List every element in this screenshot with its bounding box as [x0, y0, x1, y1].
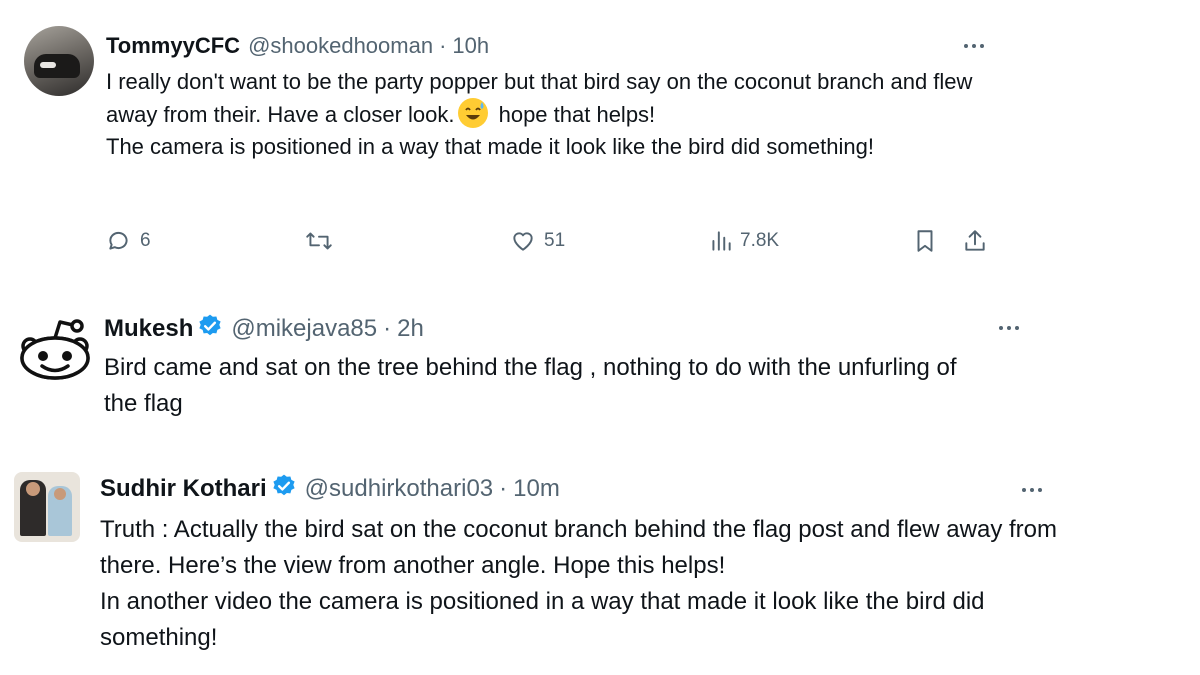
tweet-header: Mukesh @mikejava85 · 2h: [104, 312, 424, 346]
timestamp[interactable]: 10m: [513, 475, 560, 503]
view-count: 7.8K: [740, 230, 780, 251]
display-name[interactable]: Mukesh: [104, 315, 193, 343]
more-options-icon[interactable]: [964, 44, 984, 48]
user-handle[interactable]: @sudhirkothari03: [305, 475, 493, 503]
like-button[interactable]: 51: [510, 228, 565, 254]
heart-icon: [513, 232, 533, 251]
display-name[interactable]: Sudhir Kothari: [100, 475, 267, 503]
timestamp[interactable]: 2h: [397, 315, 424, 343]
tweet-header: Sudhir Kothari @sudhirkothari03 · 10m: [100, 472, 560, 506]
share-button[interactable]: [962, 228, 988, 254]
separator-dot: ·: [383, 315, 392, 342]
verified-badge-icon: [271, 473, 297, 506]
analytics-icon: [712, 231, 731, 251]
more-options-icon[interactable]: [999, 326, 1019, 330]
share-icon: [965, 230, 985, 251]
like-count: 51: [544, 230, 566, 251]
tweet-header: TommyyCFC @shookedhooman · 10h: [106, 30, 489, 62]
views-button[interactable]: 7.8K: [708, 228, 779, 254]
avatar[interactable]: [24, 26, 94, 96]
separator-dot: ·: [499, 475, 508, 502]
reddit-logo-icon: [20, 319, 90, 380]
tweet-text: Truth : Actually the bird sat on the coc…: [100, 516, 1057, 651]
verified-badge-icon: [197, 313, 223, 346]
reply-button[interactable]: 6: [106, 228, 151, 254]
action-bar: 6 51 7.8K: [106, 228, 1006, 258]
bookmark-button[interactable]: [912, 228, 938, 254]
retweet-button[interactable]: [304, 228, 334, 254]
bookmark-icon: [917, 230, 933, 252]
tweet-text: I really don't want to be the party popp…: [106, 66, 986, 163]
separator-dot: ·: [439, 33, 447, 58]
user-handle[interactable]: @shookedhooman: [248, 33, 433, 59]
avatar[interactable]: [14, 472, 80, 542]
sweat-smile-emoji-icon: [458, 98, 489, 128]
timestamp[interactable]: 10h: [452, 33, 489, 59]
reply-icon: [109, 231, 128, 250]
retweet-icon: [306, 232, 332, 250]
tweet-text: Bird came and sat on the tree behind the…: [104, 354, 957, 417]
user-handle[interactable]: @mikejava85: [231, 315, 377, 343]
more-options-icon[interactable]: [1022, 488, 1042, 492]
display-name[interactable]: TommyyCFC: [106, 33, 240, 59]
avatar[interactable]: [18, 316, 92, 382]
reply-count: 6: [140, 230, 151, 251]
